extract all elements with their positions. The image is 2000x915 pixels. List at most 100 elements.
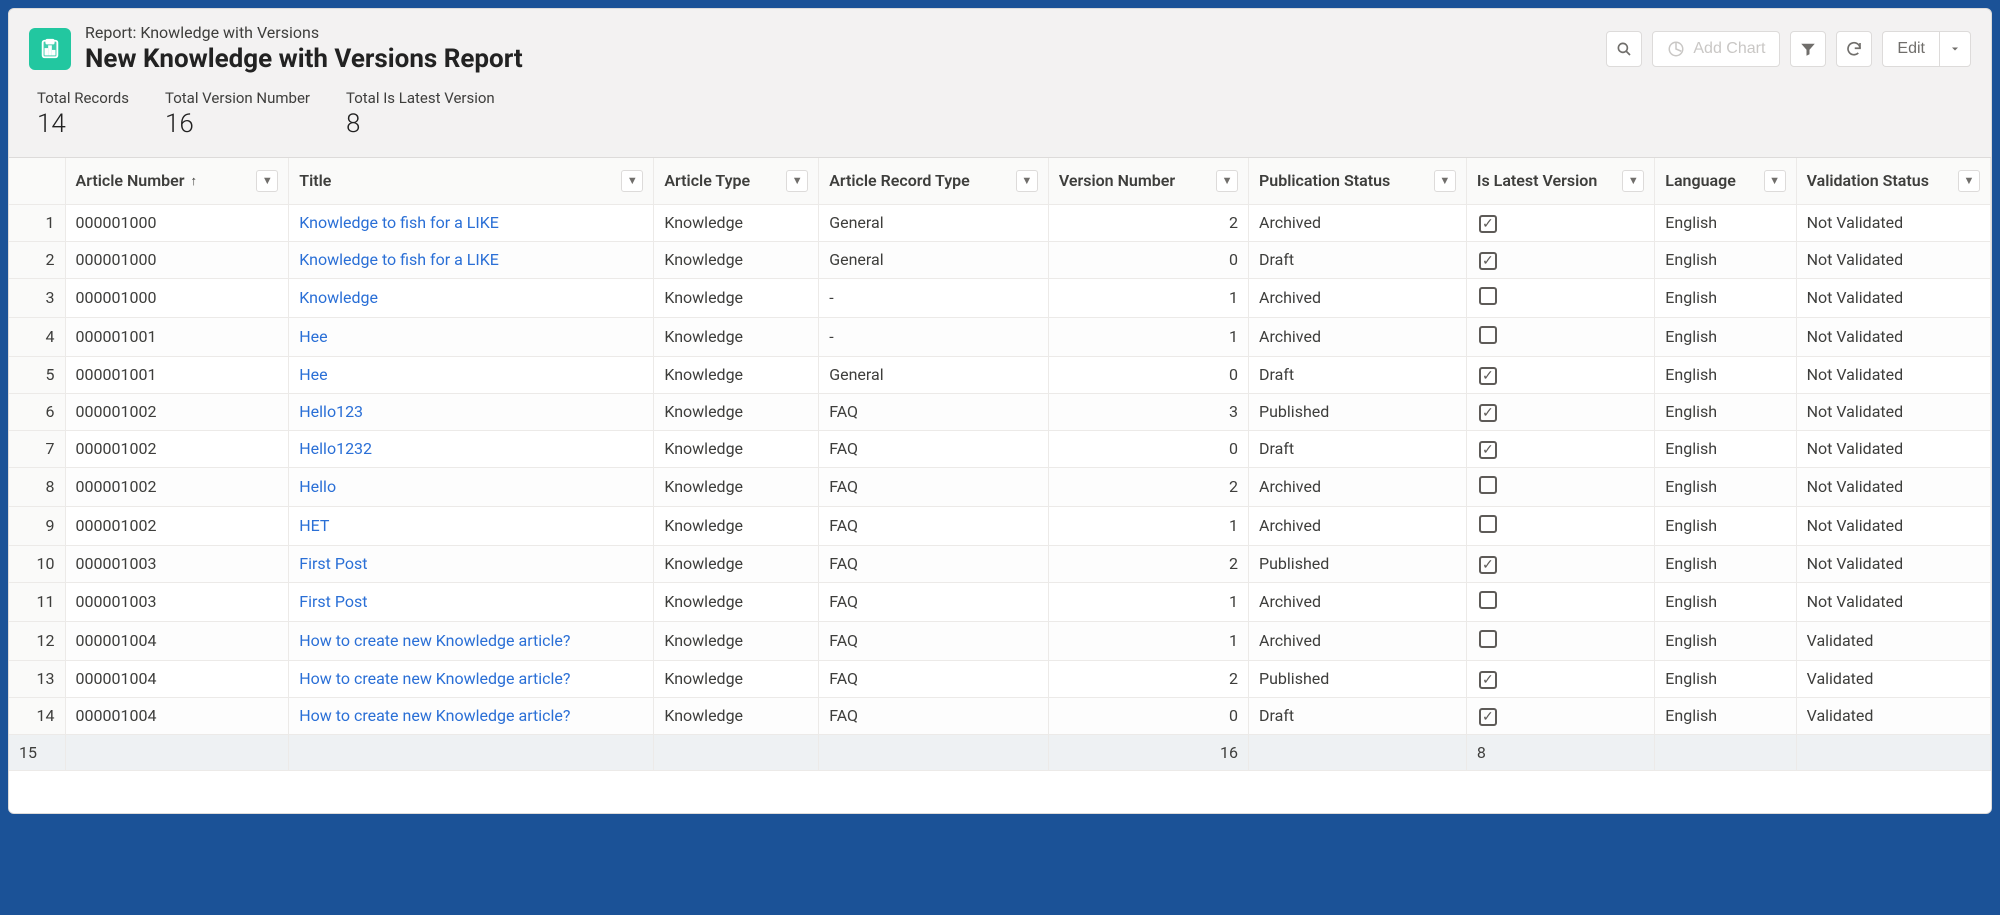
cell-is-latest-version [1467, 394, 1655, 431]
totals-row-number: 15 [9, 735, 66, 771]
column-header-article_type[interactable]: Article Type▼ [654, 158, 819, 205]
table-row: 7000001002Hello1232KnowledgeFAQ0DraftEng… [9, 431, 1991, 468]
title-link[interactable]: Hello [299, 477, 336, 496]
cell-article_number: 000001002 [66, 394, 290, 431]
breadcrumb: Report: Knowledge with Versions [85, 23, 1592, 44]
cell-title: How to create new Knowledge article? [289, 661, 654, 698]
column-header-version_number[interactable]: Version Number ▼ [1049, 158, 1249, 205]
column-header-article_number[interactable]: Article Number↑▼ [66, 158, 290, 205]
cell-article_type: Knowledge [654, 546, 819, 583]
table-row: 14000001004How to create new Knowledge a… [9, 698, 1991, 735]
summary-label: Total Records [37, 89, 129, 107]
checkbox-checked-icon [1479, 441, 1497, 459]
cell-article_record_type: FAQ [819, 661, 1049, 698]
cell-is-latest-version [1467, 279, 1655, 318]
row-number: 14 [9, 698, 66, 735]
column-menu-button[interactable]: ▼ [256, 170, 278, 192]
column-header-language[interactable]: Language ▼ [1655, 158, 1796, 205]
table-row: 4000001001HeeKnowledge-1ArchivedEnglishN… [9, 318, 1991, 357]
title-link[interactable]: HET [299, 516, 329, 535]
cell-language: English [1655, 357, 1796, 394]
title-link[interactable]: Hello123 [299, 402, 363, 421]
column-menu-button[interactable]: ▼ [1764, 170, 1786, 192]
summary-label: Total Is Latest Version [346, 89, 495, 107]
column-header-title[interactable]: Title▼ [289, 158, 654, 205]
below-grid-space [9, 771, 1991, 813]
cell-publication_status: Archived [1249, 318, 1467, 357]
column-menu-button[interactable]: ▼ [1434, 170, 1456, 192]
cell-title: How to create new Knowledge article? [289, 622, 654, 661]
cell-article_record_type: General [819, 357, 1049, 394]
title-link[interactable]: First Post [299, 554, 367, 573]
totals-empty [1655, 735, 1796, 771]
column-menu-button[interactable]: ▼ [786, 170, 808, 192]
cell-validation_status: Not Validated [1797, 357, 1991, 394]
title-link[interactable]: How to create new Knowledge article? [299, 631, 570, 650]
table-row: 2000001000Knowledge to fish for a LIKEKn… [9, 242, 1991, 279]
cell-language: English [1655, 507, 1796, 546]
title-link[interactable]: Hee [299, 365, 327, 384]
title-link[interactable]: How to create new Knowledge article? [299, 669, 570, 688]
cell-article_type: Knowledge [654, 698, 819, 735]
cell-publication_status: Draft [1249, 698, 1467, 735]
cell-version_number: 0 [1049, 357, 1249, 394]
column-label: Language [1665, 171, 1736, 190]
column-menu-button[interactable]: ▼ [1016, 170, 1038, 192]
column-menu-button[interactable]: ▼ [621, 170, 643, 192]
cell-is-latest-version [1467, 622, 1655, 661]
cell-article_record_type: General [819, 242, 1049, 279]
checkbox-checked-icon [1479, 671, 1497, 689]
column-label: Version Number [1059, 171, 1175, 190]
column-header-is_latest_version[interactable]: Is Latest Version▼ [1467, 158, 1655, 205]
title-link[interactable]: Hello1232 [299, 439, 372, 458]
action-bar: Add Chart Edit [1606, 31, 1971, 67]
refresh-button[interactable] [1836, 31, 1872, 67]
column-menu-button[interactable]: ▼ [1622, 170, 1644, 192]
cell-article_record_type: FAQ [819, 698, 1049, 735]
column-header-publication_status[interactable]: Publication Status▼ [1249, 158, 1467, 205]
title-link[interactable]: Hee [299, 327, 327, 346]
cell-article_number: 000001000 [66, 205, 290, 242]
cell-language: English [1655, 661, 1796, 698]
cell-article_type: Knowledge [654, 394, 819, 431]
title-link[interactable]: Knowledge [299, 288, 378, 307]
add-chart-button[interactable]: Add Chart [1652, 31, 1780, 67]
title-link[interactable]: How to create new Knowledge article? [299, 706, 570, 725]
totals-empty [66, 735, 290, 771]
filter-button[interactable] [1790, 31, 1826, 67]
cell-validation_status: Not Validated [1797, 279, 1991, 318]
cell-article_record_type: - [819, 279, 1049, 318]
title-link[interactable]: First Post [299, 592, 367, 611]
summary-value: 14 [37, 109, 129, 139]
column-header-validation_status[interactable]: Validation Status▼ [1797, 158, 1991, 205]
cell-is-latest-version [1467, 318, 1655, 357]
edit-button[interactable]: Edit [1882, 31, 1939, 67]
cell-title: Knowledge [289, 279, 654, 318]
cell-version_number: 1 [1049, 318, 1249, 357]
cell-is-latest-version [1467, 507, 1655, 546]
cell-article_type: Knowledge [654, 622, 819, 661]
row-number: 11 [9, 583, 66, 622]
table-row: 8000001002HelloKnowledgeFAQ2ArchivedEngl… [9, 468, 1991, 507]
cell-language: English [1655, 242, 1796, 279]
cell-version_number: 2 [1049, 468, 1249, 507]
column-menu-button[interactable]: ▼ [1958, 170, 1980, 192]
cell-version_number: 1 [1049, 507, 1249, 546]
totals-empty [819, 735, 1049, 771]
cell-publication_status: Archived [1249, 622, 1467, 661]
cell-article_number: 000001001 [66, 357, 290, 394]
row-number: 4 [9, 318, 66, 357]
checkbox-unchecked-icon [1479, 476, 1497, 494]
column-menu-button[interactable]: ▼ [1216, 170, 1238, 192]
cell-publication_status: Archived [1249, 205, 1467, 242]
summary-bar: Total Records14Total Version Number16Tot… [9, 83, 1991, 157]
column-header-article_record_type[interactable]: Article Record Type ▼ [819, 158, 1049, 205]
cell-article_type: Knowledge [654, 583, 819, 622]
title-link[interactable]: Knowledge to fish for a LIKE [299, 213, 499, 232]
edit-menu-button[interactable] [1939, 31, 1971, 67]
title-link[interactable]: Knowledge to fish for a LIKE [299, 250, 499, 269]
report-header: Report: Knowledge with Versions New Know… [9, 9, 1991, 83]
cell-article_record_type: - [819, 318, 1049, 357]
search-button[interactable] [1606, 31, 1642, 67]
column-label: Article Record Type [829, 171, 970, 190]
